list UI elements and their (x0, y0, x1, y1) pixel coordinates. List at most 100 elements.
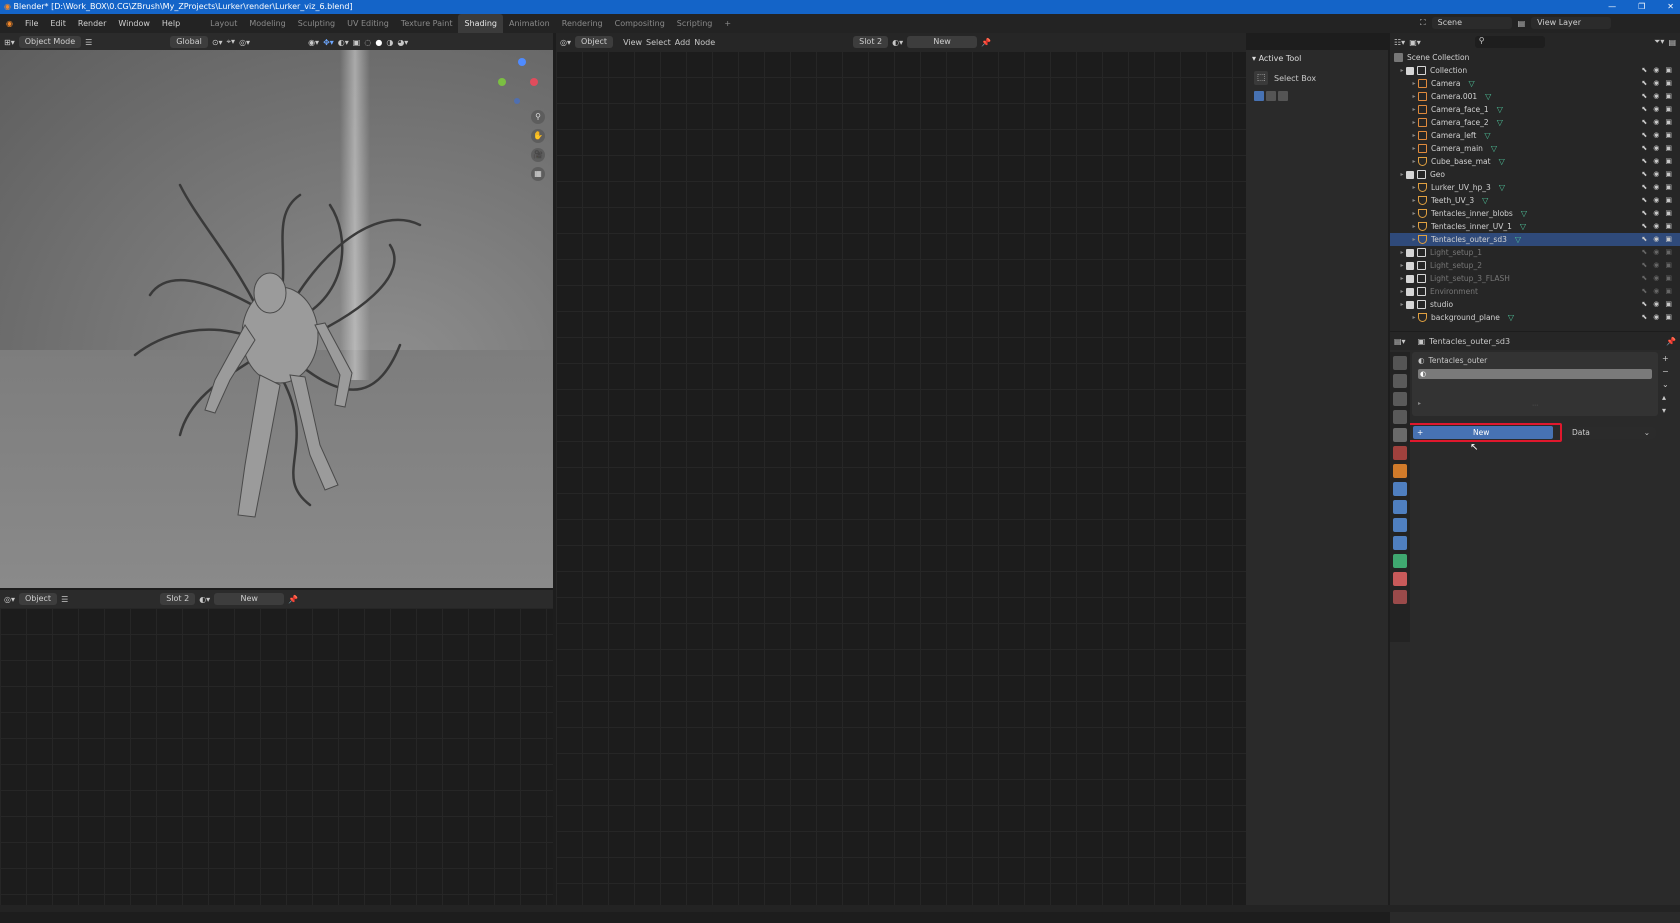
viewport-3d[interactable]: ⚲ ✋ 🎥 ▦ (0, 50, 553, 588)
xray-icon[interactable]: ▣ (353, 38, 361, 47)
object-data-icon[interactable]: ▽ (1484, 129, 1490, 142)
selectable-icon[interactable]: ⬉ (1641, 181, 1647, 194)
selectable-icon[interactable]: ⬉ (1641, 298, 1647, 311)
node-menu-select[interactable]: Select (646, 38, 671, 47)
eye-icon[interactable]: ◉ (1653, 142, 1659, 155)
lower-material-browse-icon[interactable]: ◐▾ (199, 595, 210, 604)
pan-hand-icon[interactable]: ✋ (531, 129, 545, 143)
slot-specials-icon[interactable]: ⌄ (1662, 380, 1669, 389)
object-data-icon[interactable]: ▽ (1497, 103, 1503, 116)
remove-slot-icon[interactable]: − (1662, 367, 1669, 376)
camera-render-icon[interactable]: ▣ (1665, 90, 1672, 103)
eye-icon[interactable]: ◉ (1653, 311, 1659, 324)
node-material-browse-icon[interactable]: ◐▾ (892, 38, 903, 47)
eye-icon[interactable]: ◉ (1653, 181, 1659, 194)
gizmo-neg-z-axis[interactable] (514, 98, 520, 104)
exclude-checkbox[interactable] (1406, 274, 1414, 283)
node-editor-type-icon[interactable]: ◎▾ (560, 38, 571, 47)
outliner-row[interactable]: ▸ Camera_face_2 ▽ ⬉ ◉ ▣ (1390, 116, 1680, 129)
camera-render-icon[interactable]: ▣ (1665, 220, 1672, 233)
exclude-checkbox[interactable] (1406, 300, 1414, 309)
outliner-search-field[interactable]: ⚲ (1474, 36, 1545, 48)
outliner-row[interactable]: ▸ Cube_base_mat ▽ ⬉ ◉ ▣ (1390, 155, 1680, 168)
lower-new-material-button[interactable]: New (214, 593, 285, 605)
object-data-icon[interactable]: ▽ (1497, 116, 1503, 129)
outliner-row[interactable]: ▸ Tentacles_inner_UV_1 ▽ ⬉ ◉ ▣ (1390, 220, 1680, 233)
selectable-icon[interactable]: ⬉ (1641, 64, 1647, 77)
lower-menu-icon[interactable]: ☰ (61, 595, 68, 604)
expand-arrow-icon[interactable]: ▸ (1418, 400, 1421, 407)
outliner-row[interactable]: ▸ Light_setup_2 ⬉ ◉ ▣ (1390, 259, 1680, 272)
shading-solid-icon[interactable]: ● (375, 38, 382, 47)
selectable-icon[interactable]: ⬉ (1641, 90, 1647, 103)
workspace-tab-uv-editing[interactable]: UV Editing (341, 14, 395, 33)
menu-file[interactable]: File (19, 19, 44, 28)
camera-render-icon[interactable]: ▣ (1665, 77, 1672, 90)
expand-arrow-icon[interactable]: ▸ (1398, 246, 1406, 259)
workspace-tab-texture-paint[interactable]: Texture Paint (395, 14, 459, 33)
eye-icon[interactable]: ◉ (1653, 259, 1659, 272)
outliner-row[interactable]: ▸ studio ⬉ ◉ ▣ (1390, 298, 1680, 311)
selectable-icon[interactable]: ⬉ (1641, 311, 1647, 324)
zoom-icon[interactable]: ⚲ (531, 110, 545, 124)
selectable-icon[interactable]: ⬉ (1641, 103, 1647, 116)
move-down-icon[interactable]: ▾ (1662, 406, 1669, 415)
orientation-dropdown[interactable]: Global (170, 36, 208, 48)
exclude-checkbox[interactable] (1406, 287, 1414, 296)
outliner-row[interactable]: ▸ Camera_left ▽ ⬉ ◉ ▣ (1390, 129, 1680, 142)
outliner-row[interactable]: ▸ Light_setup_3_FLASH ⬉ ◉ ▣ (1390, 272, 1680, 285)
selectable-icon[interactable]: ⬉ (1641, 272, 1647, 285)
outliner-row[interactable]: ▸ Camera ▽ ⬉ ◉ ▣ (1390, 77, 1680, 90)
menu-window[interactable]: Window (112, 19, 156, 28)
workspace-tab-sculpting[interactable]: Sculpting (292, 14, 341, 33)
selectable-icon[interactable]: ⬉ (1641, 129, 1647, 142)
expand-arrow-icon[interactable]: ▸ (1410, 142, 1418, 155)
scene-selector[interactable]: Scene (1431, 17, 1512, 29)
tool-tab-icon[interactable] (1393, 356, 1407, 370)
exclude-checkbox[interactable] (1406, 170, 1414, 179)
physics-tab-icon[interactable] (1393, 518, 1407, 532)
camera-view-icon[interactable]: 🎥 (531, 148, 545, 162)
workspace-tab-animation[interactable]: Animation (503, 14, 556, 33)
expand-arrow-icon[interactable]: ▸ (1398, 259, 1406, 272)
node-menu-node[interactable]: Node (694, 38, 715, 47)
outliner-row[interactable]: ▸ Camera_face_1 ▽ ⬉ ◉ ▣ (1390, 103, 1680, 116)
render-tab-icon[interactable] (1393, 374, 1407, 388)
eye-icon[interactable]: ◉ (1653, 233, 1659, 246)
camera-render-icon[interactable]: ▣ (1665, 103, 1672, 116)
eye-icon[interactable]: ◉ (1653, 285, 1659, 298)
expand-arrow-icon[interactable]: ▸ (1410, 90, 1418, 103)
link-data-dropdown[interactable]: Data ⌄ (1566, 427, 1656, 439)
select-mode-new-icon[interactable] (1254, 91, 1264, 101)
camera-render-icon[interactable]: ▣ (1665, 155, 1672, 168)
selectable-icon[interactable]: ⬉ (1641, 220, 1647, 233)
gizmo-z-axis[interactable] (518, 58, 526, 66)
outliner-scene-collection[interactable]: Scene Collection (1390, 51, 1680, 64)
camera-render-icon[interactable]: ▣ (1665, 116, 1672, 129)
exclude-checkbox[interactable] (1406, 66, 1414, 75)
object-data-icon[interactable]: ▽ (1485, 90, 1491, 103)
object-data-icon[interactable]: ▽ (1499, 155, 1505, 168)
selectable-icon[interactable]: ⬉ (1641, 259, 1647, 272)
camera-render-icon[interactable]: ▣ (1665, 233, 1672, 246)
camera-render-icon[interactable]: ▣ (1665, 142, 1672, 155)
mode-dropdown[interactable]: Object Mode (18, 36, 82, 48)
close-icon[interactable]: ✕ (1667, 0, 1674, 14)
workspace-tab-modeling[interactable]: Modeling (243, 14, 291, 33)
selectable-icon[interactable]: ⬉ (1641, 116, 1647, 129)
editor-type-icon[interactable]: ⊞▾ (4, 38, 15, 47)
eye-icon[interactable]: ◉ (1653, 272, 1659, 285)
workspace-tab-rendering[interactable]: Rendering (556, 14, 609, 33)
outliner-row[interactable]: ▸ background_plane ▽ ⬉ ◉ ▣ (1390, 311, 1680, 324)
selectable-icon[interactable]: ⬉ (1641, 233, 1647, 246)
expand-arrow-icon[interactable]: ▸ (1410, 220, 1418, 233)
expand-arrow-icon[interactable]: ▸ (1410, 155, 1418, 168)
node-menu-view[interactable]: View (623, 38, 642, 47)
eye-icon[interactable]: ◉ (1653, 220, 1659, 233)
eye-icon[interactable]: ◉ (1653, 116, 1659, 129)
eye-icon[interactable]: ◉ (1653, 129, 1659, 142)
view-layer-selector[interactable]: View Layer (1531, 17, 1612, 29)
camera-render-icon[interactable]: ▣ (1665, 311, 1672, 324)
outliner-row[interactable]: ▸ Camera.001 ▽ ⬉ ◉ ▣ (1390, 90, 1680, 103)
lower-editor-type-icon[interactable]: ◎▾ (4, 595, 15, 604)
